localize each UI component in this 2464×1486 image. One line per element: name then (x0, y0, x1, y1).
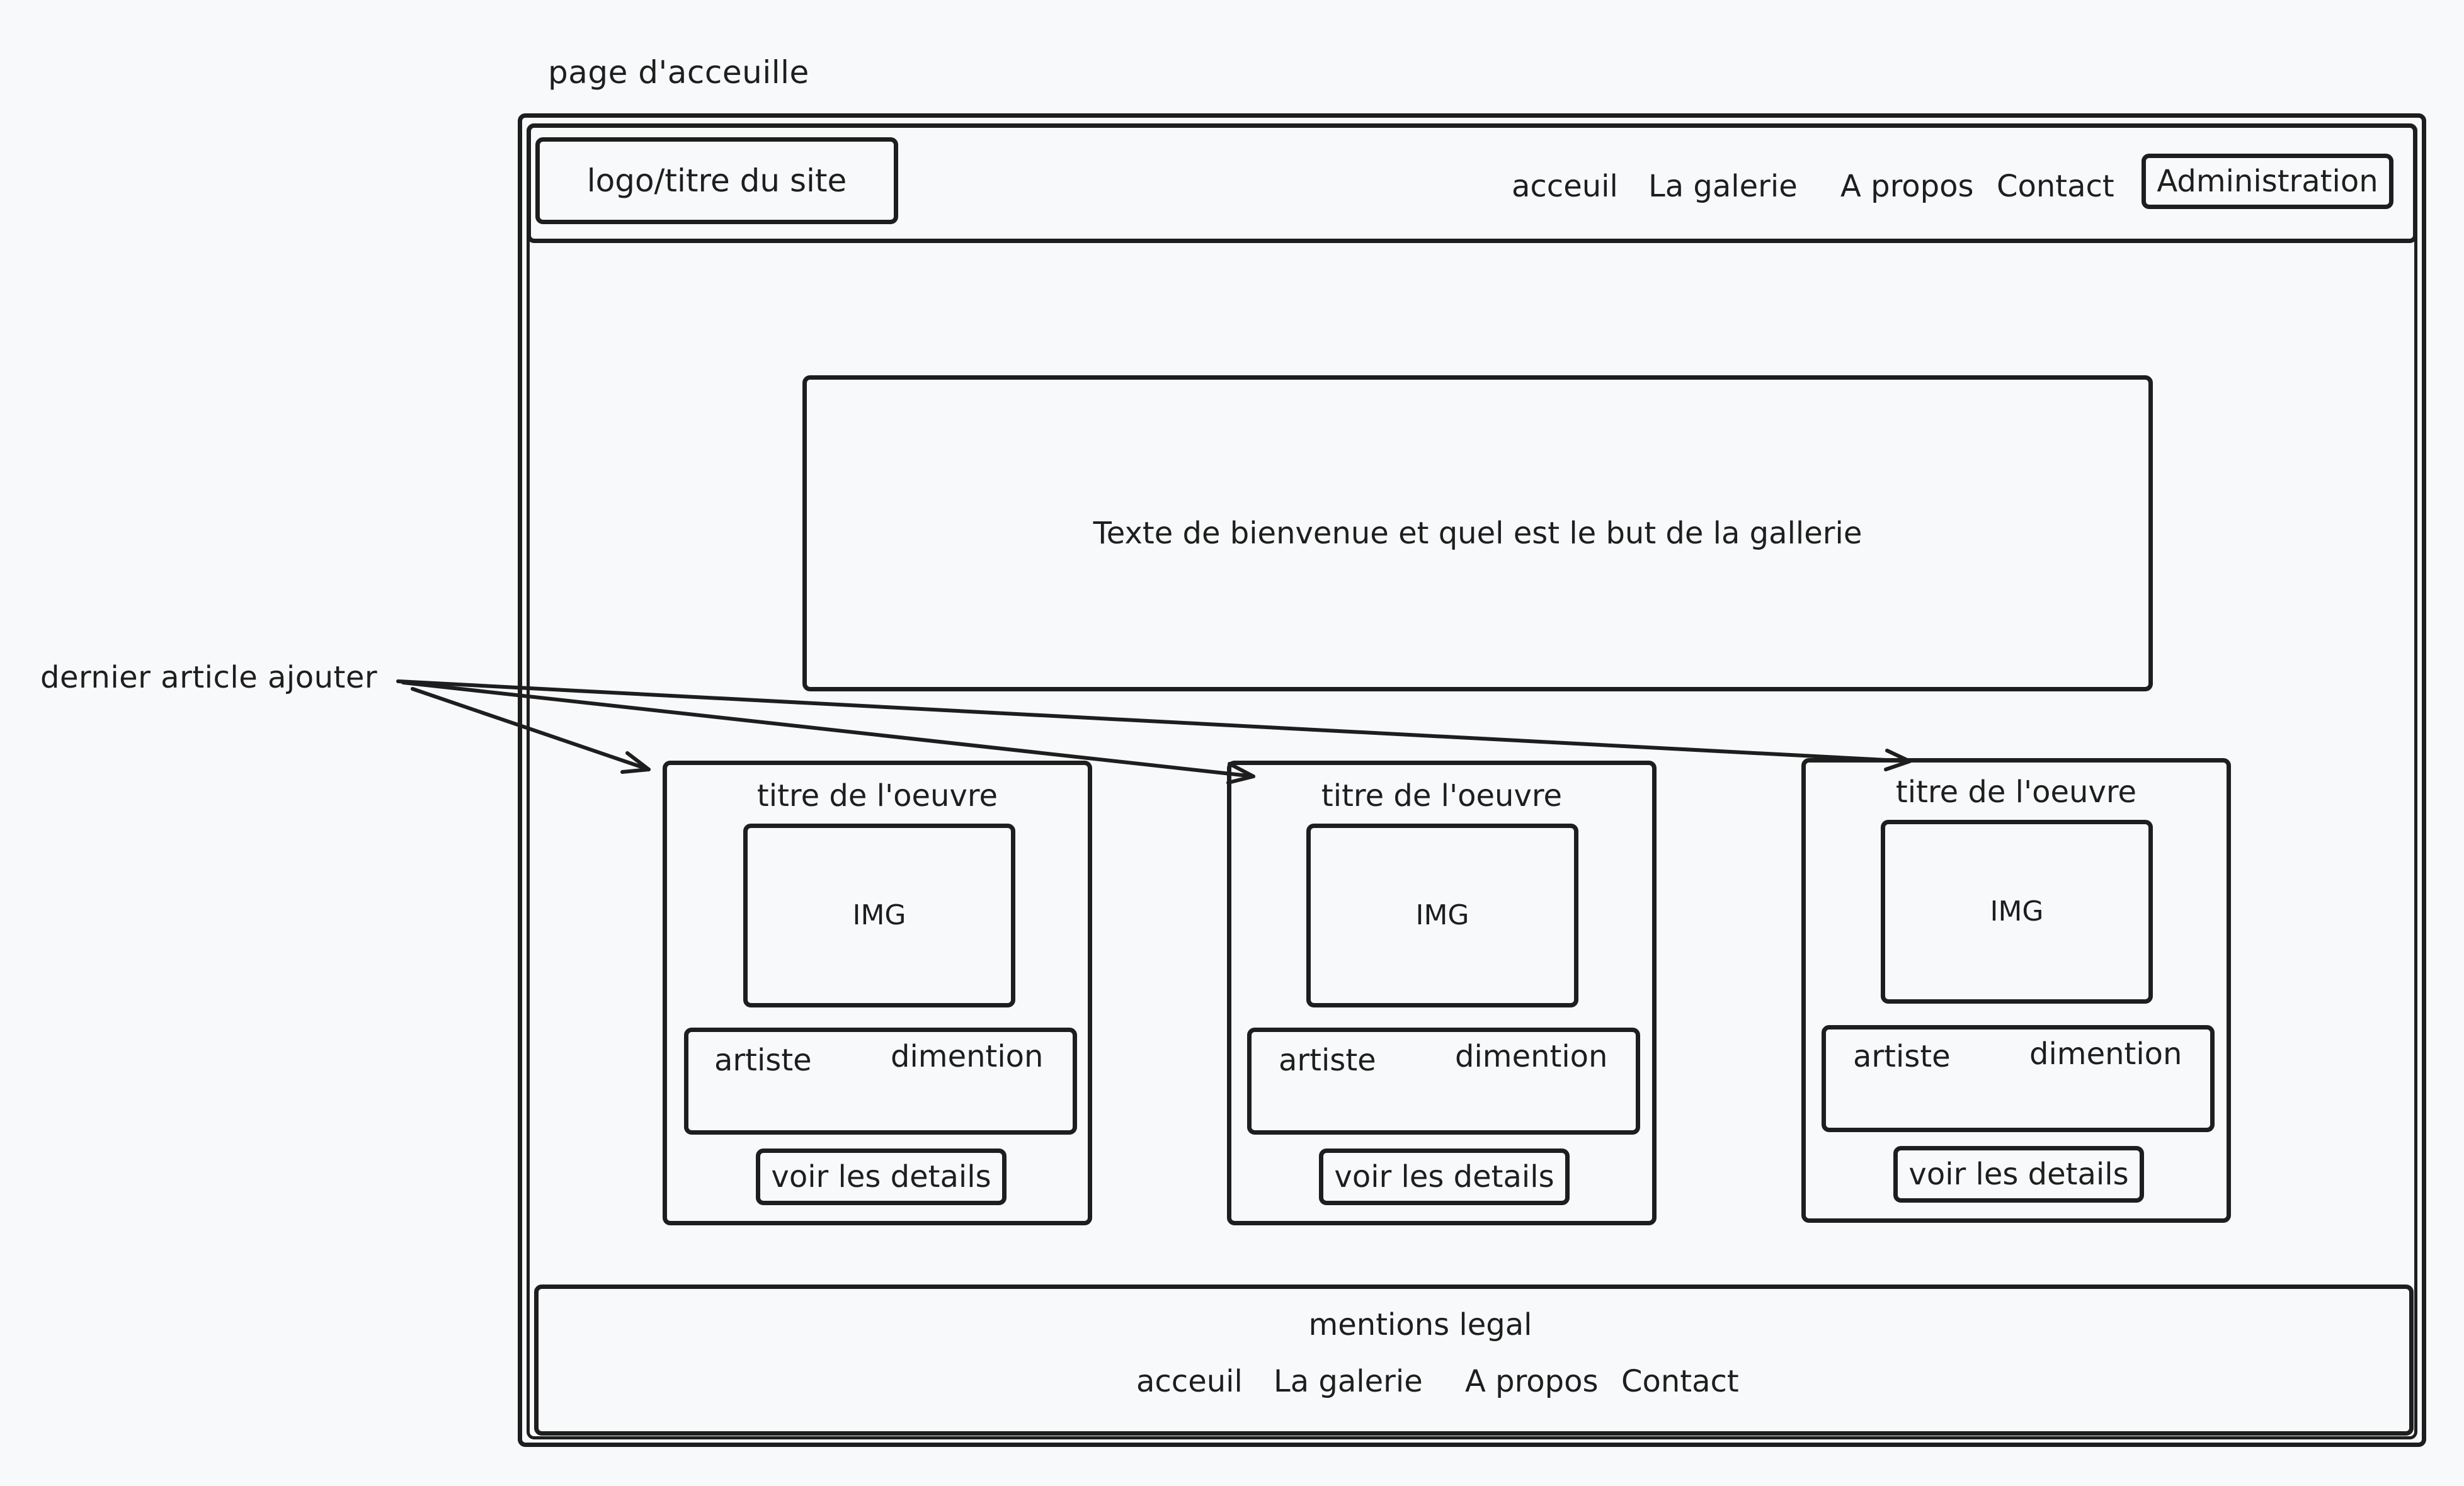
card-3-details-label: voir les details (1908, 1157, 2129, 1192)
card-1-artist: artiste (714, 1043, 812, 1078)
card-2-artist: artiste (1279, 1043, 1376, 1078)
card-3-image: IMG (1881, 820, 2153, 1004)
footer-nav-galerie[interactable]: La galerie (1274, 1366, 1423, 1397)
card-1-title: titre de l'oeuvre (756, 778, 998, 814)
card-1-details-button[interactable]: voir les details (756, 1149, 1007, 1205)
card-1-image: IMG (743, 824, 1015, 1007)
card-2-dimension: dimention (1455, 1039, 1608, 1074)
card-2-title: titre de l'oeuvre (1321, 778, 1563, 814)
card-1-img-label: IMG (852, 899, 906, 931)
footer-nav-a-propos[interactable]: A propos (1465, 1366, 1598, 1397)
card-1-dimension: dimention (891, 1039, 1044, 1074)
card-2-details-button[interactable]: voir les details (1319, 1149, 1570, 1205)
footer-nav-contact[interactable]: Contact (1621, 1366, 1739, 1397)
card-3-artist: artiste (1853, 1039, 1951, 1074)
annotation-arrows (396, 679, 1912, 785)
footer-legal-link[interactable]: mentions legal (534, 1310, 2414, 1340)
card-2-img-label: IMG (1415, 899, 1469, 931)
card-1-details-label: voir les details (771, 1159, 991, 1194)
card-2-details-label: voir les details (1334, 1159, 1554, 1194)
card-3-img-label: IMG (1990, 895, 2044, 927)
card-2-image: IMG (1306, 824, 1578, 1007)
footer-nav-acceuil[interactable]: acceuil (1136, 1366, 1243, 1397)
arrow-to-card-1 (411, 687, 651, 771)
arrow-to-card-3 (396, 679, 1912, 763)
card-3-details-button[interactable]: voir les details (1893, 1146, 2144, 1203)
card-3-dimension: dimention (2029, 1036, 2182, 1072)
card-3-title: titre de l'oeuvre (1895, 774, 2137, 810)
